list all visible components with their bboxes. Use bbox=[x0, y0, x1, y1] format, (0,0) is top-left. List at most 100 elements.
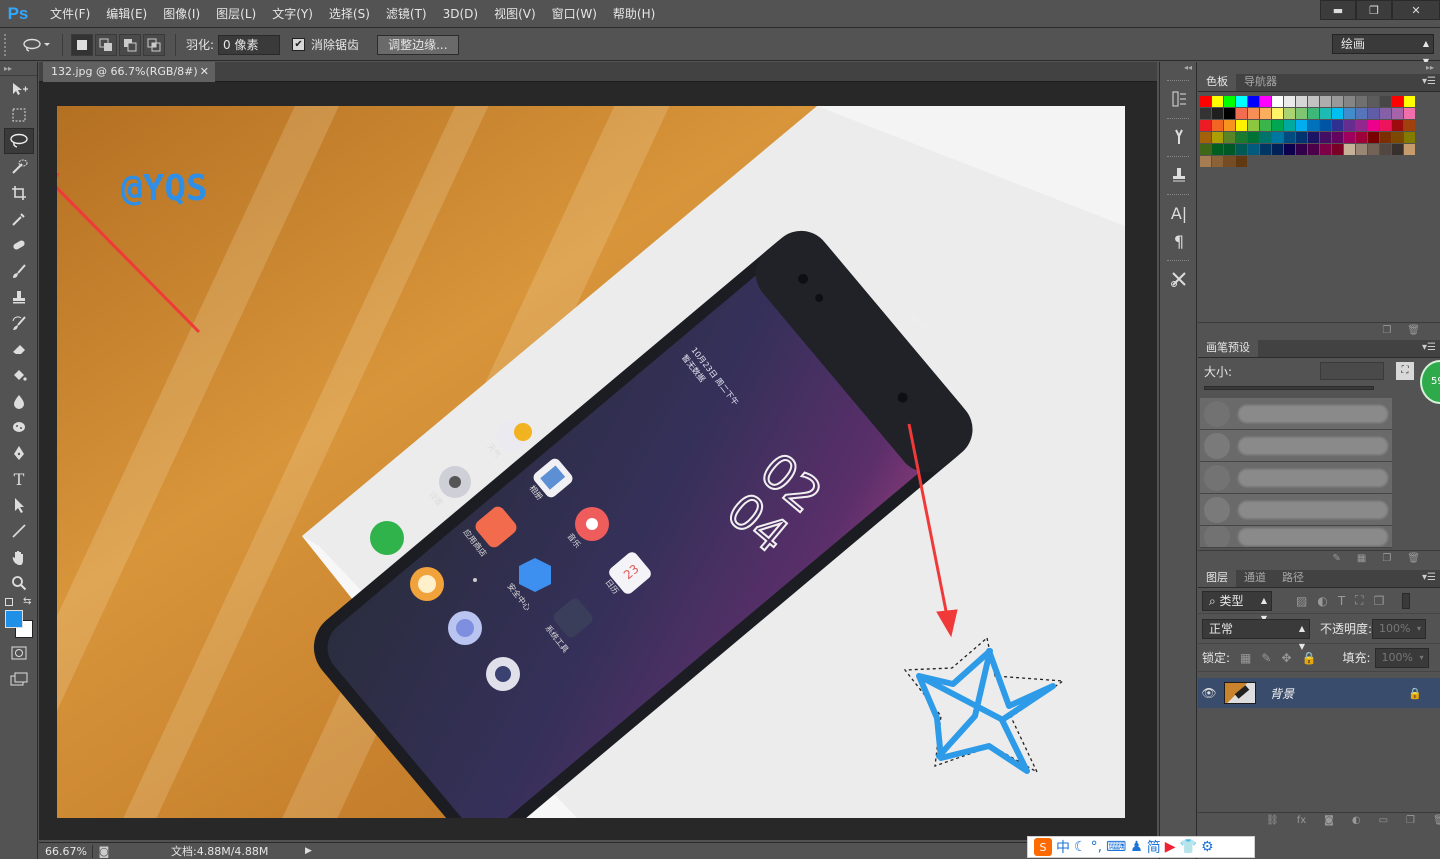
eye-icon[interactable]: 👁 bbox=[1198, 686, 1220, 700]
brush-preset-manager-icon[interactable]: ⛶ bbox=[1396, 362, 1415, 380]
color-swatch[interactable] bbox=[1344, 108, 1355, 119]
filter-toggle[interactable] bbox=[1402, 592, 1411, 609]
tab-brush-presets[interactable]: 画笔预设 bbox=[1198, 339, 1258, 357]
fill-input[interactable]: 100% ▾ bbox=[1374, 647, 1429, 668]
delete-swatch-icon[interactable]: 🗑 bbox=[1407, 325, 1420, 336]
color-swatch[interactable] bbox=[1368, 132, 1379, 143]
panel-menu-icon[interactable]: ▾☰ bbox=[1422, 76, 1436, 87]
type-tool[interactable]: T bbox=[0, 466, 38, 492]
layer-row-background[interactable]: 👁 背景 🔒 bbox=[1198, 678, 1440, 708]
history-brush-tool[interactable] bbox=[0, 310, 38, 336]
color-swatch[interactable] bbox=[1248, 120, 1259, 131]
color-swatch[interactable] bbox=[1284, 132, 1295, 143]
layer-filter-select[interactable]: ⌕ 类型▲▼ bbox=[1202, 590, 1272, 623]
status-info-icon[interactable]: ◙ bbox=[93, 845, 115, 858]
zoom-tool[interactable] bbox=[0, 570, 38, 596]
video-icon[interactable]: ▶ bbox=[1165, 839, 1176, 855]
color-swatch[interactable] bbox=[1308, 120, 1319, 131]
color-swatch[interactable] bbox=[1212, 156, 1223, 167]
color-swatch[interactable] bbox=[1236, 132, 1247, 143]
color-swatch[interactable] bbox=[1272, 132, 1283, 143]
keyboard-icon[interactable]: ⌨ bbox=[1106, 839, 1126, 855]
paint-bucket-tool[interactable] bbox=[0, 362, 38, 388]
color-swatch[interactable] bbox=[1272, 96, 1283, 107]
zoom-level[interactable]: 66.67% bbox=[39, 844, 93, 858]
image-canvas[interactable]: 02 04 10月23日 周二下午 暂无数据 Lenovo 天气 相册 设置 应… bbox=[57, 106, 1125, 818]
blur-tool[interactable] bbox=[0, 388, 38, 414]
color-swatch[interactable] bbox=[1236, 96, 1247, 107]
color-swatch[interactable] bbox=[1368, 108, 1379, 119]
new-brush-icon[interactable]: ❐ bbox=[1382, 553, 1391, 564]
brush-panel-menu-icon[interactable]: ▾☰ bbox=[1422, 342, 1436, 353]
brush-size-input[interactable] bbox=[1320, 362, 1385, 380]
color-swatch[interactable] bbox=[1320, 144, 1331, 155]
color-swatch[interactable] bbox=[1308, 144, 1319, 155]
color-swatch[interactable] bbox=[1368, 144, 1379, 155]
close-tab-icon[interactable]: ✕ bbox=[200, 62, 209, 82]
color-swatch[interactable] bbox=[1260, 120, 1271, 131]
tool-presets-button[interactable] bbox=[1164, 124, 1194, 150]
color-swatch[interactable] bbox=[1260, 96, 1271, 107]
ime-language-toggle[interactable]: 中 bbox=[1056, 837, 1070, 857]
user-icon[interactable]: ♟ bbox=[1130, 839, 1143, 855]
menu-file[interactable]: 文件(F) bbox=[42, 0, 98, 28]
color-swatch[interactable] bbox=[1284, 144, 1295, 155]
history-panel-button[interactable] bbox=[1164, 86, 1194, 112]
default-colors-icon[interactable] bbox=[5, 598, 13, 606]
brush-grid-icon[interactable]: ▦ bbox=[1357, 553, 1366, 564]
color-swatch[interactable] bbox=[1248, 144, 1259, 155]
color-swatch[interactable] bbox=[1392, 132, 1403, 143]
color-swatch[interactable] bbox=[1320, 96, 1331, 107]
color-swatch[interactable] bbox=[1308, 96, 1319, 107]
brush-preset-item[interactable] bbox=[1200, 526, 1392, 548]
settings-gear-icon[interactable]: ⚙ bbox=[1201, 839, 1214, 855]
color-swatch[interactable] bbox=[1272, 120, 1283, 131]
brush-preset-item[interactable] bbox=[1200, 462, 1392, 494]
color-swatch[interactable] bbox=[1356, 120, 1367, 131]
color-swatch[interactable] bbox=[1200, 144, 1211, 155]
color-swatch[interactable] bbox=[1368, 96, 1379, 107]
layer-style-icon[interactable]: fx bbox=[1297, 815, 1306, 826]
new-layer-icon[interactable]: ❐ bbox=[1406, 815, 1415, 826]
paragraph-panel-button[interactable]: ¶ bbox=[1164, 228, 1194, 254]
color-swatch[interactable] bbox=[1212, 108, 1223, 119]
status-menu-arrow-icon[interactable]: ▶ bbox=[305, 846, 312, 856]
swap-colors-icon[interactable]: ⇆ bbox=[23, 596, 31, 607]
color-swatch[interactable] bbox=[1284, 108, 1295, 119]
color-swatch[interactable] bbox=[1224, 144, 1235, 155]
color-swatch[interactable] bbox=[1200, 108, 1211, 119]
color-swatch[interactable] bbox=[1272, 108, 1283, 119]
character-panel-button[interactable]: A| bbox=[1164, 200, 1194, 226]
brush-preset-item[interactable] bbox=[1200, 398, 1392, 430]
crop-tool[interactable] bbox=[0, 180, 38, 206]
color-swatch[interactable] bbox=[1248, 96, 1259, 107]
color-swatch[interactable] bbox=[1392, 144, 1403, 155]
color-swatch[interactable] bbox=[1212, 144, 1223, 155]
color-swatch[interactable] bbox=[1404, 108, 1415, 119]
tools-collapse-icon[interactable]: ▸▸ bbox=[0, 62, 37, 76]
options-grip[interactable] bbox=[4, 33, 10, 56]
tab-swatches[interactable]: 色板 bbox=[1198, 73, 1236, 91]
color-swatch[interactable] bbox=[1380, 132, 1391, 143]
color-swatch[interactable] bbox=[1212, 120, 1223, 131]
quick-selection-tool[interactable] bbox=[0, 154, 38, 180]
tab-channels[interactable]: 通道 bbox=[1236, 569, 1274, 587]
eyedropper-tool[interactable] bbox=[0, 206, 38, 232]
color-swatch[interactable] bbox=[1236, 108, 1247, 119]
color-swatch[interactable] bbox=[1356, 96, 1367, 107]
filter-type-icon[interactable]: T bbox=[1338, 594, 1345, 608]
workspace-select[interactable]: 绘画▲▼ bbox=[1332, 34, 1434, 66]
subtract-selection-button[interactable] bbox=[119, 33, 141, 56]
layer-name[interactable]: 背景 bbox=[1270, 685, 1294, 702]
lasso-tool[interactable] bbox=[4, 128, 34, 154]
color-swatch[interactable] bbox=[1356, 132, 1367, 143]
menu-image[interactable]: 图像(I) bbox=[155, 0, 208, 28]
color-swatch[interactable] bbox=[1320, 108, 1331, 119]
color-swatch[interactable] bbox=[1200, 96, 1211, 107]
adjustment-layer-icon[interactable]: ◐ bbox=[1352, 815, 1361, 826]
color-swatch[interactable] bbox=[1272, 144, 1283, 155]
color-swatch[interactable] bbox=[1212, 96, 1223, 107]
menu-3d[interactable]: 3D(D) bbox=[435, 0, 486, 28]
antialias-checkbox[interactable]: ✔ bbox=[292, 38, 306, 51]
color-swatch[interactable] bbox=[1320, 132, 1331, 143]
